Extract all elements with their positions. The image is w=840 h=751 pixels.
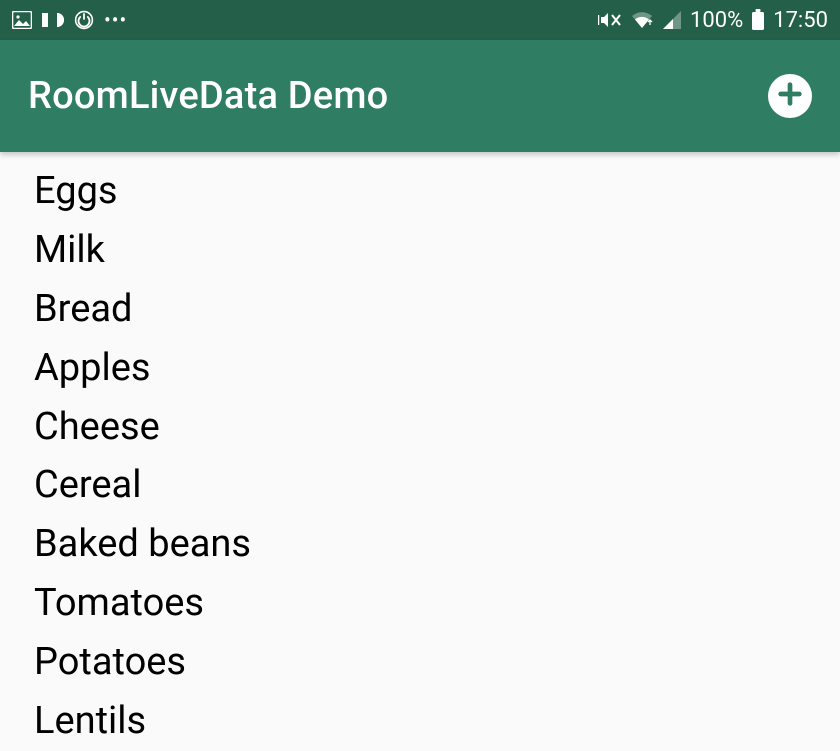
list-item[interactable]: Tomatoes: [34, 574, 840, 633]
list-item[interactable]: Lentils: [34, 692, 840, 751]
battery-percent: 100%: [690, 8, 743, 33]
status-right-icons: 100% 17:50: [598, 8, 828, 33]
app-bar: RoomLiveData Demo: [0, 40, 840, 152]
wifi-icon: [630, 10, 654, 30]
more-icon: •••: [104, 10, 127, 30]
list-item[interactable]: Milk: [34, 221, 840, 280]
status-left-icons: •••: [12, 10, 127, 30]
vibrate-mute-icon: [598, 9, 622, 31]
notification-icon: [42, 11, 64, 29]
image-icon: [12, 11, 32, 29]
power-icon: [74, 10, 94, 30]
add-button[interactable]: [768, 74, 812, 118]
battery-icon: [751, 9, 765, 31]
list-item[interactable]: Cereal: [34, 456, 840, 515]
app-title: RoomLiveData Demo: [28, 74, 388, 118]
clock-time: 17:50: [773, 8, 828, 33]
list-item[interactable]: Bread: [34, 280, 840, 339]
list-item[interactable]: Baked beans: [34, 515, 840, 574]
plus-icon: [776, 80, 804, 112]
status-bar: ••• 100%: [0, 0, 840, 40]
list-item[interactable]: Eggs: [34, 162, 840, 221]
signal-icon: [662, 10, 682, 30]
item-list: Eggs Milk Bread Apples Cheese Cereal Bak…: [0, 152, 840, 751]
list-item[interactable]: Apples: [34, 339, 840, 398]
list-item[interactable]: Potatoes: [34, 633, 840, 692]
list-item[interactable]: Cheese: [34, 398, 840, 457]
